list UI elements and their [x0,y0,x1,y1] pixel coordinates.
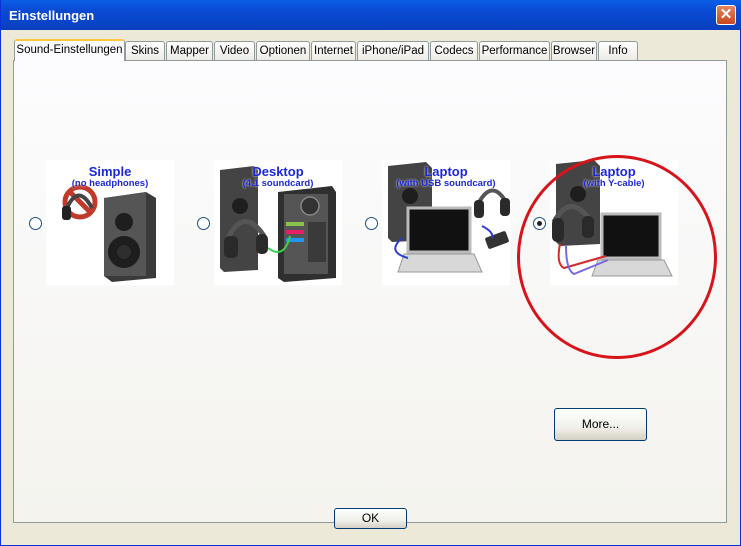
option-simple-title: Simple [88,164,132,179]
window-title: Einstellungen [9,8,95,23]
tab-iphone-ipad[interactable]: iPhone/iPad [357,41,429,60]
tab-video[interactable]: Video [214,41,255,60]
ok-button[interactable]: OK [334,508,407,529]
option-laptop-usb-subtitle: (with USB soundcard) [396,178,496,189]
option-desktop-image[interactable]: Desktop (4.1 soundcard) [214,160,342,285]
settings-window: Einstellungen ✕ Sound-Einstellungen Skin… [0,0,741,546]
tab-mapper[interactable]: Mapper [166,41,213,60]
radio-laptop-usb[interactable] [365,217,378,230]
option-laptop-usb-image[interactable]: Laptop (with USB soundcard) [382,160,510,285]
close-icon: ✕ [719,6,733,23]
tab-browser[interactable]: Browser [551,41,597,60]
radio-simple[interactable] [29,217,42,230]
tab-optionen[interactable]: Optionen [256,41,310,60]
tab-internet[interactable]: Internet [311,41,356,60]
tab-skins[interactable]: Skins [125,41,165,60]
title-bar[interactable]: Einstellungen ✕ [1,0,741,30]
highlight-circle [517,155,717,359]
radio-desktop[interactable] [197,217,210,230]
option-simple-subtitle: (no headphones) [71,178,149,189]
tab-sound-einstellungen[interactable]: Sound-Einstellungen [14,39,125,61]
option-simple-image[interactable]: Simple (no headphones) [46,160,174,285]
close-button[interactable]: ✕ [716,5,736,25]
more-button[interactable]: More... [554,408,647,441]
dialog-client-area: Sound-Einstellungen Skins Mapper Video O… [4,30,739,543]
option-laptop-usb-title: Laptop [424,164,468,179]
tab-performance[interactable]: Performance [479,41,550,60]
tab-info[interactable]: Info [598,41,638,60]
option-desktop-title: Desktop [252,164,304,179]
option-desktop-subtitle: (4.1 soundcard) [242,178,314,189]
tab-codecs[interactable]: Codecs [430,41,478,60]
